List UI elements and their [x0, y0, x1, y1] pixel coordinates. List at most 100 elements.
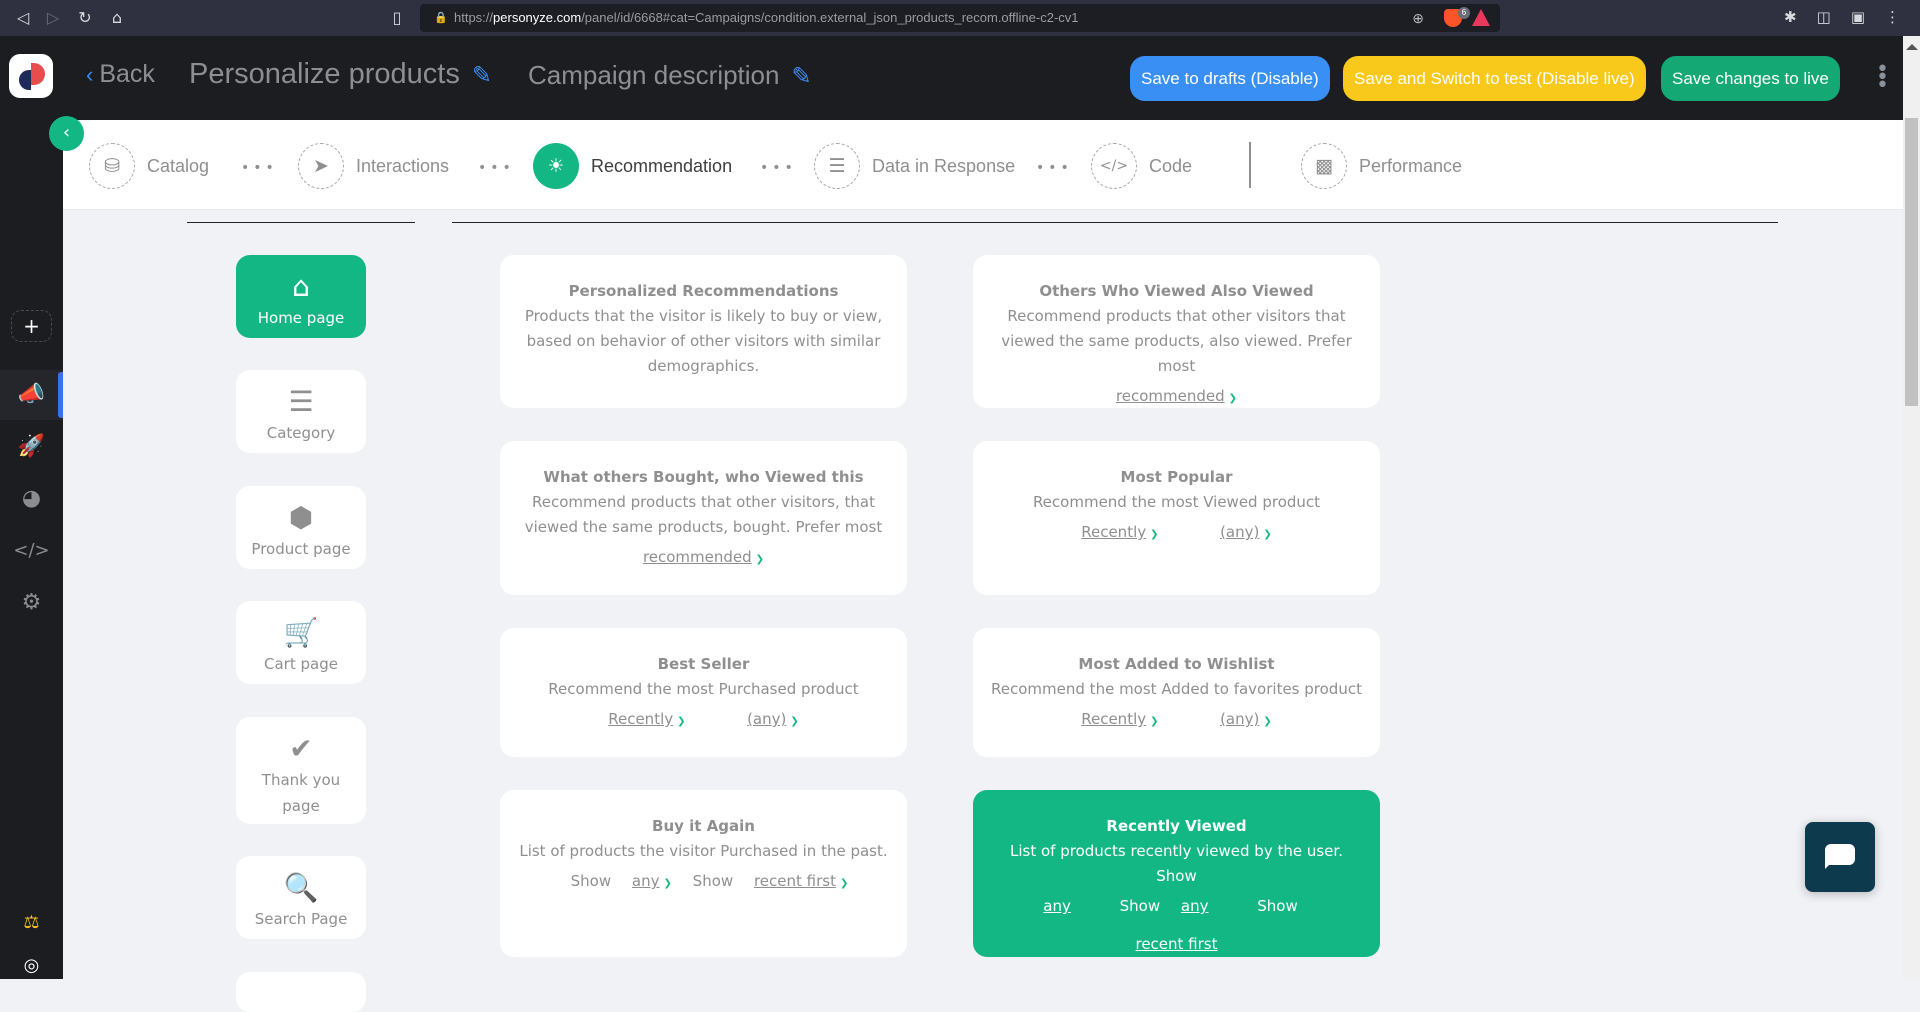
page-type-product[interactable]: ⬢ Product page [236, 486, 366, 569]
filter-dropdown[interactable]: (any) ❯ [747, 710, 799, 728]
rec-title: Buy it Again [652, 817, 755, 835]
rec-title: What others Bought, who Viewed this [543, 468, 864, 486]
brave-rewards-icon[interactable] [1472, 9, 1490, 26]
step-label: Catalog [147, 155, 210, 176]
prefer-value: recommended [642, 548, 752, 566]
browser-back-icon[interactable]: ◁ [12, 7, 34, 29]
megaphone-icon[interactable]: 📣 [0, 370, 63, 420]
pencil-icon[interactable]: ✎ [472, 61, 492, 90]
extensions-icon[interactable]: ✱ [1784, 8, 1797, 26]
save-to-drafts-button[interactable]: Save to drafts (Disable) [1130, 56, 1330, 101]
save-and-switch-to-test-button[interactable]: Save and Switch to test (Disable live) [1343, 56, 1646, 101]
list-icon: ☰ [814, 143, 860, 189]
rec-card-most-popular[interactable]: Most Popular Recommend the most Viewed p… [973, 441, 1380, 595]
browser-forward-icon[interactable]: ▷ [42, 7, 64, 29]
lightbulb-icon: ☀ [533, 143, 579, 189]
gears-icon[interactable]: ⚙ [0, 578, 63, 628]
filter-value: (any) [1220, 523, 1260, 541]
step-separator: ••• [478, 160, 515, 176]
more-options-icon[interactable]: • • • [1876, 59, 1889, 97]
show-filter-dropdown[interactable]: any ❯ [632, 872, 672, 890]
rec-card-others-viewed[interactable]: Others Who Viewed Also Viewed Recommend … [973, 255, 1380, 408]
filter-dropdown[interactable]: (any) ❯ [1220, 523, 1272, 541]
chevron-down-icon: ❯ [1263, 529, 1272, 540]
cart-plus-icon: 🛒 [283, 616, 319, 649]
prefer-dropdown[interactable]: recommended ❯ [1116, 387, 1237, 405]
rec-card-wishlist[interactable]: Most Added to Wishlist Recommend the mos… [973, 628, 1380, 757]
rocket-icon[interactable]: 🚀 [0, 422, 63, 472]
step-code[interactable]: </> Code [1091, 142, 1192, 190]
lifebuoy-icon[interactable]: ◎ [0, 955, 63, 976]
rec-title: Recently Viewed [1106, 817, 1247, 835]
page-type-category[interactable]: ☰ Category [236, 370, 366, 453]
chevron-down-icon: ❯ [839, 878, 849, 889]
bar-chart-icon: ▩ [1301, 143, 1347, 189]
wallet-icon[interactable]: ▣ [1851, 8, 1865, 26]
page-type-more[interactable] [236, 972, 366, 1012]
reload-icon[interactable]: ↻ [74, 7, 96, 29]
code-icon: </> [1091, 143, 1137, 189]
zoom-icon[interactable]: ⊕ [1412, 4, 1424, 32]
rec-card-personalized[interactable]: Personalized Recommendations Products th… [500, 255, 907, 408]
sort-order-dropdown[interactable]: recent first [1135, 935, 1217, 953]
show-filter-value: any [631, 872, 660, 890]
show-filter-dropdown[interactable]: any [1181, 897, 1209, 915]
filter-value: (any) [1220, 710, 1260, 728]
chat-button[interactable] [1805, 822, 1875, 892]
rec-card-bought-viewed[interactable]: What others Bought, who Viewed this Reco… [500, 441, 907, 595]
rec-description: Recommend products that other visitors, … [524, 493, 883, 536]
sort-order-dropdown[interactable]: recent first ❯ [754, 872, 848, 890]
personyze-logo[interactable] [9, 54, 53, 98]
page-type-home[interactable]: ⌂ Home page [236, 255, 366, 338]
step-label: Code [1149, 155, 1193, 176]
step-performance[interactable]: ▩ Performance [1301, 142, 1462, 190]
address-bar[interactable]: 🔒 https://personyze.com/panel/id/6668#ca… [420, 4, 1500, 32]
list-bullets-icon: ☰ [288, 385, 314, 418]
page-type-cart[interactable]: 🛒 Cart page [236, 601, 366, 684]
code-icon[interactable]: </> [0, 526, 63, 576]
campaign-description[interactable]: Campaign description ✎ [528, 60, 812, 91]
flask-icon[interactable]: ⚖ [0, 912, 63, 933]
sidebar-icon[interactable]: ◫ [1817, 8, 1831, 26]
rec-card-buy-again[interactable]: Buy it Again List of products the visito… [500, 790, 907, 957]
scroll-up-arrow-icon[interactable] [1906, 44, 1918, 50]
rec-card-best-seller[interactable]: Best Seller Recommend the most Purchased… [500, 628, 907, 757]
home-icon[interactable]: ⌂ [106, 7, 128, 29]
dashboard-icon[interactable]: ◕ [0, 474, 63, 524]
browser-menu-icon[interactable]: ⋮ [1885, 8, 1900, 26]
wizard-steps: ⛁ Catalog ••• ➤ Interactions ••• ☀ Recom… [63, 120, 1903, 210]
save-changes-to-live-button[interactable]: Save changes to live [1661, 56, 1840, 101]
pencil-icon[interactable]: ✎ [791, 62, 811, 91]
prefer-dropdown[interactable]: recommended ❯ [643, 548, 764, 566]
period-dropdown[interactable]: Recently ❯ [608, 710, 685, 728]
page-type-label: Product page [251, 540, 351, 558]
step-recommendation[interactable]: ☀ Recommendation [533, 142, 732, 190]
period-dropdown[interactable]: Recently ❯ [1081, 523, 1158, 541]
bookmark-icon[interactable]: ▯ [386, 7, 408, 29]
rec-title: Others Who Viewed Also Viewed [1039, 282, 1314, 300]
url-path: /panel/id/6668#cat=Campaigns/condition.e… [581, 10, 1079, 25]
show-label: Show [1257, 897, 1298, 915]
scroll-thumb[interactable] [1905, 118, 1918, 406]
show-filter-dropdown[interactable]: any [1043, 897, 1071, 915]
back-label: Back [99, 60, 155, 88]
page-type-search[interactable]: 🔍 Search Page [236, 856, 366, 939]
cursor-icon: ➤ [298, 143, 344, 189]
rec-card-recently-viewed[interactable]: Recently Viewed List of products recentl… [973, 790, 1380, 957]
add-button[interactable]: + [11, 310, 52, 342]
period-dropdown[interactable]: Recently ❯ [1081, 710, 1158, 728]
step-interactions[interactable]: ➤ Interactions [298, 142, 449, 190]
chevron-down-icon: ❯ [1150, 529, 1159, 540]
campaign-title[interactable]: Personalize products ✎ [189, 58, 492, 91]
left-nav-rail: + 📣 🚀 ◕ </> ⚙ ⚖ ◎ [0, 120, 63, 979]
page-type-thank-you[interactable]: ✔ Thank you page [236, 717, 366, 824]
page-scrollbar[interactable] [1903, 36, 1920, 979]
step-data-in-response[interactable]: ☰ Data in Response [814, 142, 1015, 190]
collapse-sidebar-button[interactable]: ‹ [49, 116, 84, 151]
step-catalog[interactable]: ⛁ Catalog [89, 142, 209, 190]
back-button[interactable]: ‹ Back [86, 60, 155, 89]
logo-red-shape [31, 63, 45, 85]
filter-dropdown[interactable]: (any) ❯ [1220, 710, 1272, 728]
page-type-label: Cart page [264, 655, 338, 673]
chevron-left-icon: ‹ [86, 62, 94, 87]
